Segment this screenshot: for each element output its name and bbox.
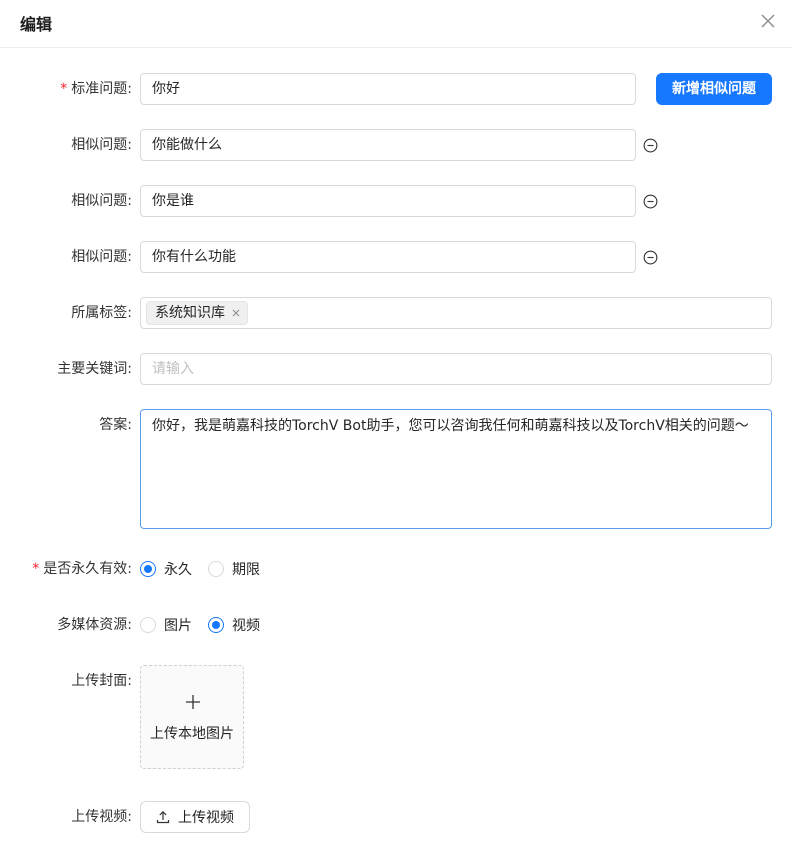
standard-question-label-text: 标准问题: [71, 81, 132, 97]
similar-question-input[interactable]: 你能做什么 [140, 129, 636, 161]
keywords-label: 主要关键词: [57, 361, 132, 377]
radio-label: 永久 [164, 562, 192, 578]
radio-label: 图片 [164, 618, 192, 634]
permanent-row: * 是否永久有效: 永久 期限 [0, 553, 792, 585]
tags-label: 所属标签: [71, 305, 132, 321]
answer-textarea[interactable]: 你好，我是萌嘉科技的TorchV Bot助手，您可以咨询我任何和萌嘉科技以及To… [140, 409, 772, 529]
cover-label: 上传封面: [71, 673, 132, 689]
media-label: 多媒体资源: [57, 617, 132, 633]
tags-row: 所属标签: 系统知识库 [0, 297, 792, 329]
standard-question-label: * 标准问题: [60, 73, 132, 105]
similar-question-label: 相似问题: [71, 193, 132, 209]
close-icon[interactable] [760, 13, 776, 29]
dialog-header: 编辑 [0, 0, 792, 48]
similar-question-input[interactable]: 你有什么功能 [140, 241, 636, 273]
radio-label: 视频 [232, 618, 260, 634]
permanent-label: * 是否永久有效: [32, 553, 132, 585]
upload-video-label: 上传视频 [178, 810, 234, 826]
upload-icon [156, 810, 170, 824]
similar-question-input[interactable]: 你是谁 [140, 185, 636, 217]
dialog-title: 编辑 [20, 15, 53, 34]
media-row: 多媒体资源: 图片 视频 [0, 609, 792, 641]
add-similar-question-button[interactable]: 新增相似问题 [656, 73, 772, 105]
video-label: 上传视频: [71, 809, 132, 825]
radio-image[interactable]: 图片 [140, 615, 192, 635]
required-mark: * [60, 81, 68, 97]
standard-question-input[interactable]: 你好 [140, 73, 636, 105]
keywords-row: 主要关键词: 请输入 [0, 353, 792, 385]
required-mark: * [32, 561, 40, 577]
similar-question-label: 相似问题: [71, 137, 132, 153]
similar-question-label: 相似问题: [71, 249, 132, 265]
similar-question-row: 相似问题: 你是谁 [0, 185, 792, 217]
similar-question-row: 相似问题: 你有什么功能 [0, 241, 792, 273]
upload-video-button[interactable]: 上传视频 [140, 801, 250, 833]
cover-upload-box[interactable]: 上传本地图片 [140, 665, 244, 769]
permanent-label-text: 是否永久有效: [43, 561, 132, 577]
radio-permanent[interactable]: 永久 [140, 559, 192, 579]
tags-select[interactable]: 系统知识库 [140, 297, 772, 329]
minus-circle-icon[interactable] [643, 194, 658, 209]
answer-row: 答案: 你好，我是萌嘉科技的TorchV Bot助手，您可以咨询我任何和萌嘉科技… [0, 409, 792, 529]
radio-term[interactable]: 期限 [208, 559, 260, 579]
media-radio-group: 图片 视频 [140, 609, 276, 641]
tag-label: 系统知识库 [155, 305, 225, 321]
radio-checked-icon [208, 617, 224, 633]
cover-row: 上传封面: 上传本地图片 [0, 665, 792, 769]
radio-label: 期限 [232, 562, 260, 578]
plus-icon [186, 695, 200, 709]
permanent-radio-group: 永久 期限 [140, 553, 276, 585]
radio-checked-icon [140, 561, 156, 577]
answer-label: 答案: [99, 417, 132, 433]
radio-unchecked-icon [140, 617, 156, 633]
radio-unchecked-icon [208, 561, 224, 577]
keywords-input[interactable]: 请输入 [140, 353, 772, 385]
video-row: 上传视频: 上传视频 [0, 801, 792, 833]
similar-question-row: 相似问题: 你能做什么 [0, 129, 792, 161]
standard-question-row: * 标准问题: 你好 新增相似问题 [0, 73, 792, 105]
cover-upload-text: 上传本地图片 [150, 726, 234, 742]
minus-circle-icon[interactable] [643, 138, 658, 153]
radio-video[interactable]: 视频 [208, 615, 260, 635]
tag-item: 系统知识库 [146, 301, 248, 325]
minus-circle-icon[interactable] [643, 250, 658, 265]
tag-close-icon[interactable] [231, 308, 241, 318]
